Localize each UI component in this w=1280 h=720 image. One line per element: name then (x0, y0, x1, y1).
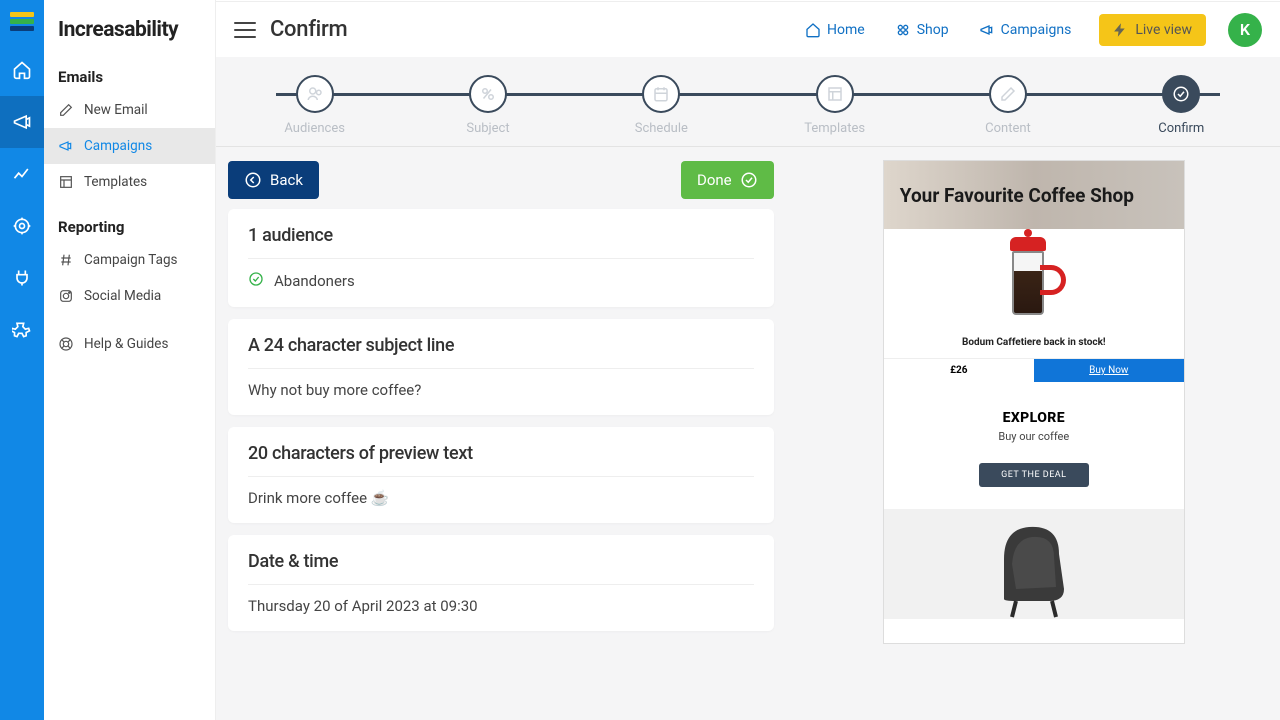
step-audiences[interactable]: Audiences (228, 75, 401, 146)
preview-header: Your Favourite Coffee Shop (884, 161, 1184, 229)
sidebar-item-campaigns[interactable]: Campaigns (44, 128, 215, 164)
preview-price: £26 (884, 359, 1034, 382)
sidebar: Increasability Emails New Email Campaign… (44, 0, 216, 720)
rail-home-icon[interactable] (0, 44, 44, 96)
preview-text-card: 20 characters of preview text Drink more… (228, 427, 774, 523)
datetime-card: Date & time Thursday 20 of April 2023 at… (228, 535, 774, 631)
email-preview: Your Favourite Coffee Shop Bodum Caffeti… (884, 161, 1184, 643)
preview-title: 20 characters of preview text (248, 443, 754, 464)
edit-icon (58, 102, 74, 118)
done-button[interactable]: Done (681, 161, 774, 199)
preview-product-image (884, 229, 1184, 331)
preview-value: Drink more coffee ☕ (248, 489, 389, 507)
preview-buy-now[interactable]: Buy Now (1034, 359, 1184, 382)
step-schedule[interactable]: Schedule (575, 75, 748, 146)
sidebar-item-label: Campaigns (84, 138, 152, 154)
topnav-campaigns[interactable]: Campaigns (971, 16, 1080, 44)
avatar[interactable]: K (1228, 13, 1262, 47)
sidebar-item-templates[interactable]: Templates (44, 164, 215, 200)
sidebar-section-emails: Emails (44, 50, 215, 92)
icon-rail (0, 0, 44, 720)
topbar: Confirm Home Shop Campaigns Live view K (216, 1, 1280, 57)
sidebar-item-label: Social Media (84, 288, 161, 304)
sidebar-item-label: Help & Guides (84, 336, 168, 352)
subject-card: A 24 character subject line Why not buy … (228, 319, 774, 415)
sidebar-item-label: New Email (84, 102, 148, 118)
stepper: Audiences Subject Schedule Templates Con… (216, 57, 1280, 147)
sidebar-section-reporting: Reporting (44, 200, 215, 242)
sidebar-item-help[interactable]: Help & Guides (44, 326, 215, 362)
preview-chair-image (884, 509, 1184, 619)
page-title: Confirm (270, 17, 347, 42)
brand-name: Increasability (44, 0, 215, 50)
rail-campaigns-icon[interactable] (0, 96, 44, 148)
rail-settings-icon[interactable] (0, 304, 44, 356)
datetime-title: Date & time (248, 551, 754, 572)
audience-value: Abandoners (274, 272, 355, 290)
brand-icon (0, 0, 44, 44)
hash-icon (58, 252, 74, 268)
rail-target-icon[interactable] (0, 200, 44, 252)
subject-title: A 24 character subject line (248, 335, 754, 356)
step-templates[interactable]: Templates (748, 75, 921, 146)
topnav-home[interactable]: Home (797, 16, 873, 44)
sidebar-item-social-media[interactable]: Social Media (44, 278, 215, 314)
sidebar-item-new-email[interactable]: New Email (44, 92, 215, 128)
preview-caption: Bodum Caffetiere back in stock! (884, 331, 1184, 358)
life-ring-icon (58, 336, 74, 352)
live-view-button[interactable]: Live view (1099, 14, 1206, 46)
datetime-value: Thursday 20 of April 2023 at 09:30 (248, 597, 478, 615)
audience-title: 1 audience (248, 225, 754, 246)
topnav-shop[interactable]: Shop (887, 16, 957, 44)
preview-subline: Buy our coffee (884, 430, 1184, 463)
sidebar-item-label: Templates (84, 174, 147, 190)
back-button[interactable]: Back (228, 161, 319, 199)
preview-explore: EXPLORE (884, 382, 1184, 430)
sidebar-item-campaign-tags[interactable]: Campaign Tags (44, 242, 215, 278)
sidebar-item-label: Campaign Tags (84, 252, 178, 268)
check-circle-icon (248, 271, 264, 291)
menu-icon[interactable] (234, 22, 256, 38)
rail-analytics-icon[interactable] (0, 148, 44, 200)
audience-card: 1 audience Abandoners (228, 209, 774, 307)
step-content[interactable]: Content (921, 75, 1094, 146)
template-icon (58, 174, 74, 190)
content-area: Audiences Subject Schedule Templates Con… (216, 57, 1280, 720)
preview-deal-button[interactable]: GET THE DEAL (979, 463, 1089, 487)
step-subject[interactable]: Subject (401, 75, 574, 146)
megaphone-icon (58, 138, 74, 154)
step-confirm[interactable]: Confirm (1095, 75, 1268, 146)
rail-plugin-icon[interactable] (0, 252, 44, 304)
instagram-icon (58, 288, 74, 304)
subject-value: Why not buy more coffee? (248, 381, 421, 399)
